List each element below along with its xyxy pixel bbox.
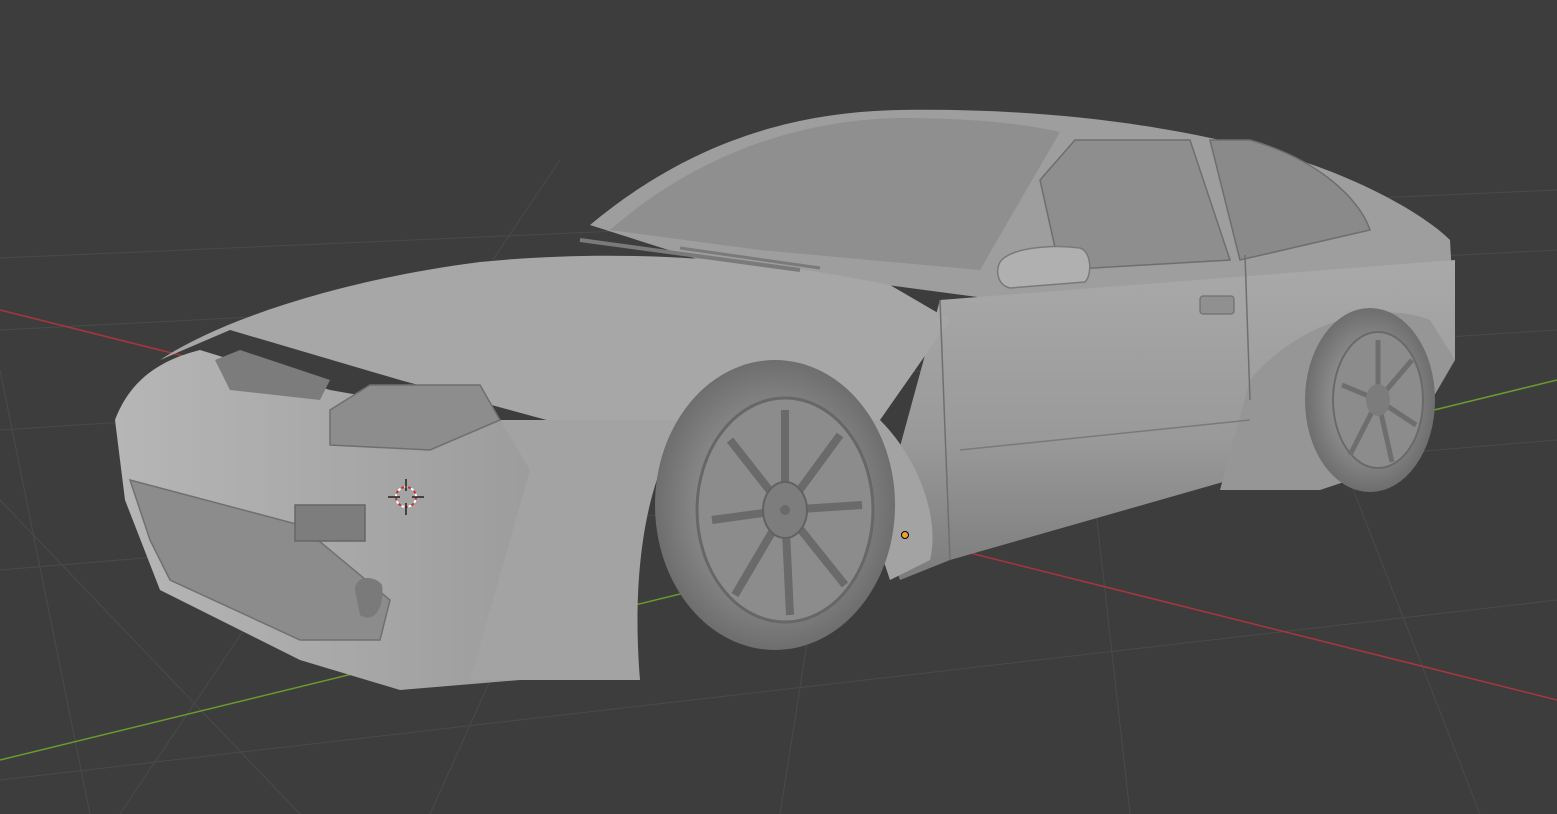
3d-viewport[interactable] xyxy=(0,0,1557,814)
object-origin-icon xyxy=(901,531,909,539)
front-wheel[interactable] xyxy=(655,360,895,650)
rear-wheel[interactable] xyxy=(1305,308,1435,492)
viewport-canvas[interactable] xyxy=(0,0,1557,814)
